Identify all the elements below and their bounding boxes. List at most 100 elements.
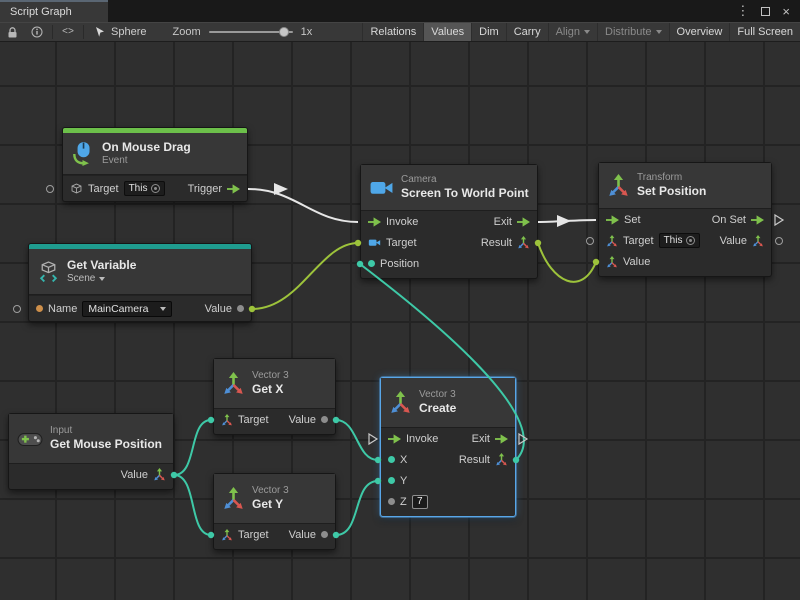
wire-result-to-value[interactable] <box>538 243 596 282</box>
vector3-type-icon <box>153 468 166 481</box>
node-title: Get Mouse Position <box>50 437 162 451</box>
port-x[interactable]: X <box>388 454 407 466</box>
tab-script-graph[interactable]: Script Graph <box>0 0 108 22</box>
vector3-icon <box>222 372 245 395</box>
wire-trigger-to-invoke[interactable] <box>248 189 358 222</box>
wire-exit-to-set[interactable] <box>538 220 596 222</box>
port-result[interactable]: Result <box>481 236 530 249</box>
node-get-y[interactable]: Vector 3 Get Y Target Value <box>213 473 336 550</box>
port-value-out[interactable]: Value <box>720 235 764 247</box>
port-target[interactable]: Target <box>221 414 269 426</box>
float-port-icon[interactable] <box>321 416 328 423</box>
port-exit[interactable]: Exit <box>472 433 508 445</box>
port-result[interactable]: Result <box>459 453 508 466</box>
tab-bar: Script Graph ⋮ × <box>0 0 800 22</box>
vector3-icon <box>389 391 412 414</box>
values-button[interactable]: Values <box>423 23 471 41</box>
node-category: Transform <box>637 172 706 184</box>
variable-scope-dropdown[interactable]: Scene <box>67 273 136 285</box>
code-view-icon[interactable]: <> <box>56 23 80 41</box>
node-vector3-create[interactable]: Vector 3 Create Invoke Exit <box>380 377 516 517</box>
port-position[interactable]: Position <box>368 258 419 270</box>
node-title: Set Position <box>637 184 706 198</box>
wire-mouse-to-getx[interactable] <box>174 420 211 475</box>
node-on-mouse-drag[interactable]: On Mouse Drag Event Target This Trigger <box>62 127 248 202</box>
node-subtitle: Event <box>102 155 191 167</box>
float-port-icon[interactable] <box>388 498 395 505</box>
node-get-variable[interactable]: Get Variable Scene Name MainCamera <box>28 243 252 322</box>
variable-icon <box>37 260 60 283</box>
float-port-icon[interactable] <box>388 477 395 484</box>
flow-direction-arrow <box>274 183 288 195</box>
graph-canvas[interactable]: On Mouse Drag Event Target This Trigger <box>0 42 800 600</box>
float-port-icon[interactable] <box>388 456 395 463</box>
toolbar-separator <box>83 25 84 39</box>
gamepad-icon <box>17 430 43 448</box>
carry-button[interactable]: Carry <box>506 23 548 41</box>
unity-script-graph-window: Script Graph ⋮ × <> Sphere Zoom 1x Relat… <box>0 0 800 600</box>
port-trigger[interactable]: Trigger <box>188 183 240 195</box>
camera-type-icon <box>368 236 381 249</box>
port-z[interactable]: Z 7 <box>388 495 428 509</box>
zoom-value: 1x <box>301 26 313 38</box>
relations-button[interactable]: Relations <box>362 23 423 41</box>
object-picker-icon[interactable] <box>686 236 695 245</box>
graph-owner[interactable]: Sphere <box>87 26 154 38</box>
dim-button[interactable]: Dim <box>471 23 506 41</box>
wire-gety-to-y[interactable] <box>336 481 378 535</box>
distribute-dropdown[interactable]: Distribute <box>597 23 668 41</box>
this-target-chip[interactable]: This <box>124 181 166 196</box>
wire-variable-to-camera-target[interactable] <box>252 243 358 309</box>
flow-arrow-icon <box>517 217 530 227</box>
node-get-x[interactable]: Vector 3 Get X Target Value <box>213 358 336 435</box>
port-name[interactable]: Name MainCamera <box>36 301 172 317</box>
overview-button[interactable]: Overview <box>669 23 730 41</box>
wire-mouse-to-gety[interactable] <box>174 475 211 535</box>
node-get-mouse-position[interactable]: Input Get Mouse Position Value <box>8 413 174 490</box>
port-value[interactable]: Value <box>289 414 328 426</box>
close-icon[interactable]: × <box>782 4 790 19</box>
vector3-port-icon[interactable] <box>368 260 375 267</box>
zoom-slider-handle[interactable] <box>279 27 289 37</box>
string-port-icon[interactable] <box>36 305 43 312</box>
vector3-type-icon <box>517 236 530 249</box>
flow-arrow-icon <box>606 215 619 225</box>
maximize-icon[interactable] <box>761 7 770 16</box>
graph-toolbar: <> Sphere Zoom 1x Relations Values Dim C… <box>0 22 800 42</box>
object-picker-icon[interactable] <box>151 184 160 193</box>
node-category: Vector 3 <box>419 389 456 401</box>
zoom-slider[interactable] <box>209 31 293 33</box>
float-port-icon[interactable] <box>321 531 328 538</box>
port-value[interactable]: Value <box>289 529 328 541</box>
port-invoke[interactable]: Invoke <box>388 433 438 445</box>
port-camera-target[interactable]: Target <box>368 236 417 249</box>
info-icon[interactable] <box>25 23 49 41</box>
lock-icon[interactable] <box>0 23 25 41</box>
variable-name-dropdown[interactable]: MainCamera <box>82 301 172 317</box>
object-port-icon[interactable] <box>237 305 244 312</box>
toolbar-separator <box>52 25 53 39</box>
full-screen-button[interactable]: Full Screen <box>729 23 800 41</box>
window-controls: ⋮ × <box>736 0 800 22</box>
port-value-in[interactable]: Value <box>606 256 650 268</box>
flow-arrow-icon <box>495 434 508 444</box>
wire-getx-to-x[interactable] <box>336 420 378 460</box>
kebab-menu-icon[interactable]: ⋮ <box>736 3 749 19</box>
node-screen-to-world-point[interactable]: Camera Screen To World Point Invoke Exit <box>360 164 538 279</box>
node-set-position[interactable]: Transform Set Position Set On Set <box>598 162 772 277</box>
port-transform-target[interactable]: Target This <box>606 233 700 248</box>
port-on-set[interactable]: On Set <box>712 214 764 226</box>
port-target[interactable]: Target <box>221 529 269 541</box>
port-target[interactable]: Target This <box>70 181 165 196</box>
port-invoke[interactable]: Invoke <box>368 216 418 228</box>
flow-direction-arrow <box>557 215 571 227</box>
align-dropdown[interactable]: Align <box>548 23 597 41</box>
port-set[interactable]: Set <box>606 214 641 226</box>
camera-icon <box>369 175 394 200</box>
z-value-field[interactable]: 7 <box>412 495 428 509</box>
port-exit[interactable]: Exit <box>494 216 530 228</box>
port-value-out[interactable]: Value <box>205 303 244 315</box>
port-value[interactable]: Value <box>121 468 166 481</box>
this-target-chip[interactable]: This <box>659 233 701 248</box>
port-y[interactable]: Y <box>388 475 407 487</box>
